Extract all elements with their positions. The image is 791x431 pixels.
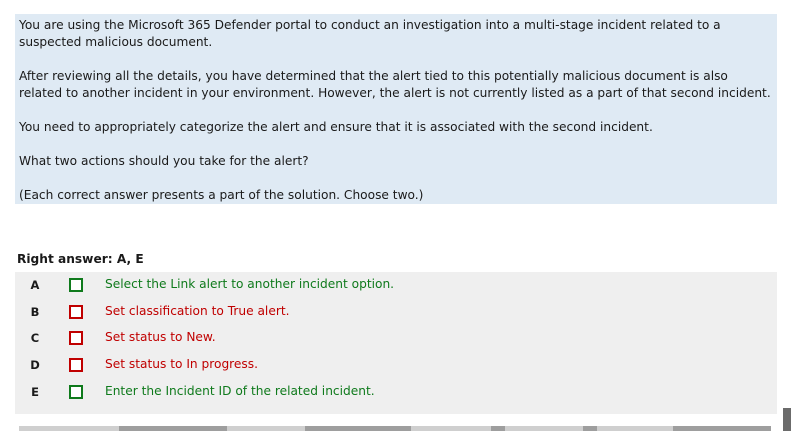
toolbar-segment <box>491 426 505 431</box>
option-letter: E <box>31 385 39 399</box>
incorrect-checkbox-icon[interactable] <box>69 358 83 372</box>
bottom-toolbar-strip <box>19 426 771 431</box>
toolbar-segment <box>597 426 673 431</box>
options-panel: A Select the Link alert to another incid… <box>15 272 777 414</box>
question-panel: You are using the Microsoft 365 Defender… <box>15 14 777 204</box>
toolbar-segment <box>19 426 119 431</box>
toolbar-segment <box>305 426 411 431</box>
option-text: Set classification to True alert. <box>105 304 290 318</box>
option-text: Set status to In progress. <box>105 357 258 371</box>
toolbar-segment <box>583 426 597 431</box>
correct-checkbox-icon[interactable] <box>69 278 83 292</box>
option-c[interactable]: C Set status to New. <box>15 325 777 351</box>
question-paragraph-2: After reviewing all the details, you hav… <box>19 69 771 100</box>
scrollbar-thumb[interactable] <box>783 408 791 431</box>
right-answer-label: Right answer: A, E <box>17 252 144 266</box>
toolbar-segment <box>411 426 491 431</box>
toolbar-segment <box>227 426 305 431</box>
toolbar-segment <box>119 426 227 431</box>
option-letter: B <box>30 305 40 319</box>
option-text: Select the Link alert to another inciden… <box>105 277 395 291</box>
toolbar-segment <box>505 426 583 431</box>
incorrect-checkbox-icon[interactable] <box>69 305 83 319</box>
question-paragraph-3: You need to appropriately categorize the… <box>19 120 653 134</box>
option-letter: C <box>30 331 40 345</box>
option-letter: D <box>30 358 40 372</box>
toolbar-segment <box>673 426 771 431</box>
question-prompt: What two actions should you take for the… <box>19 154 309 168</box>
option-a[interactable]: A Select the Link alert to another incid… <box>15 272 777 298</box>
question-instruction: (Each correct answer presents a part of … <box>19 188 424 202</box>
option-e[interactable]: E Enter the Incident ID of the related i… <box>15 379 777 405</box>
correct-checkbox-icon[interactable] <box>69 385 83 399</box>
option-text: Set status to New. <box>105 330 216 344</box>
incorrect-checkbox-icon[interactable] <box>69 331 83 345</box>
option-letter: A <box>30 278 40 292</box>
question-paragraph-1: You are using the Microsoft 365 Defender… <box>19 18 721 49</box>
option-b[interactable]: B Set classification to True alert. <box>15 299 777 325</box>
option-d[interactable]: D Set status to In progress. <box>15 352 777 378</box>
option-text: Enter the Incident ID of the related inc… <box>105 384 375 398</box>
